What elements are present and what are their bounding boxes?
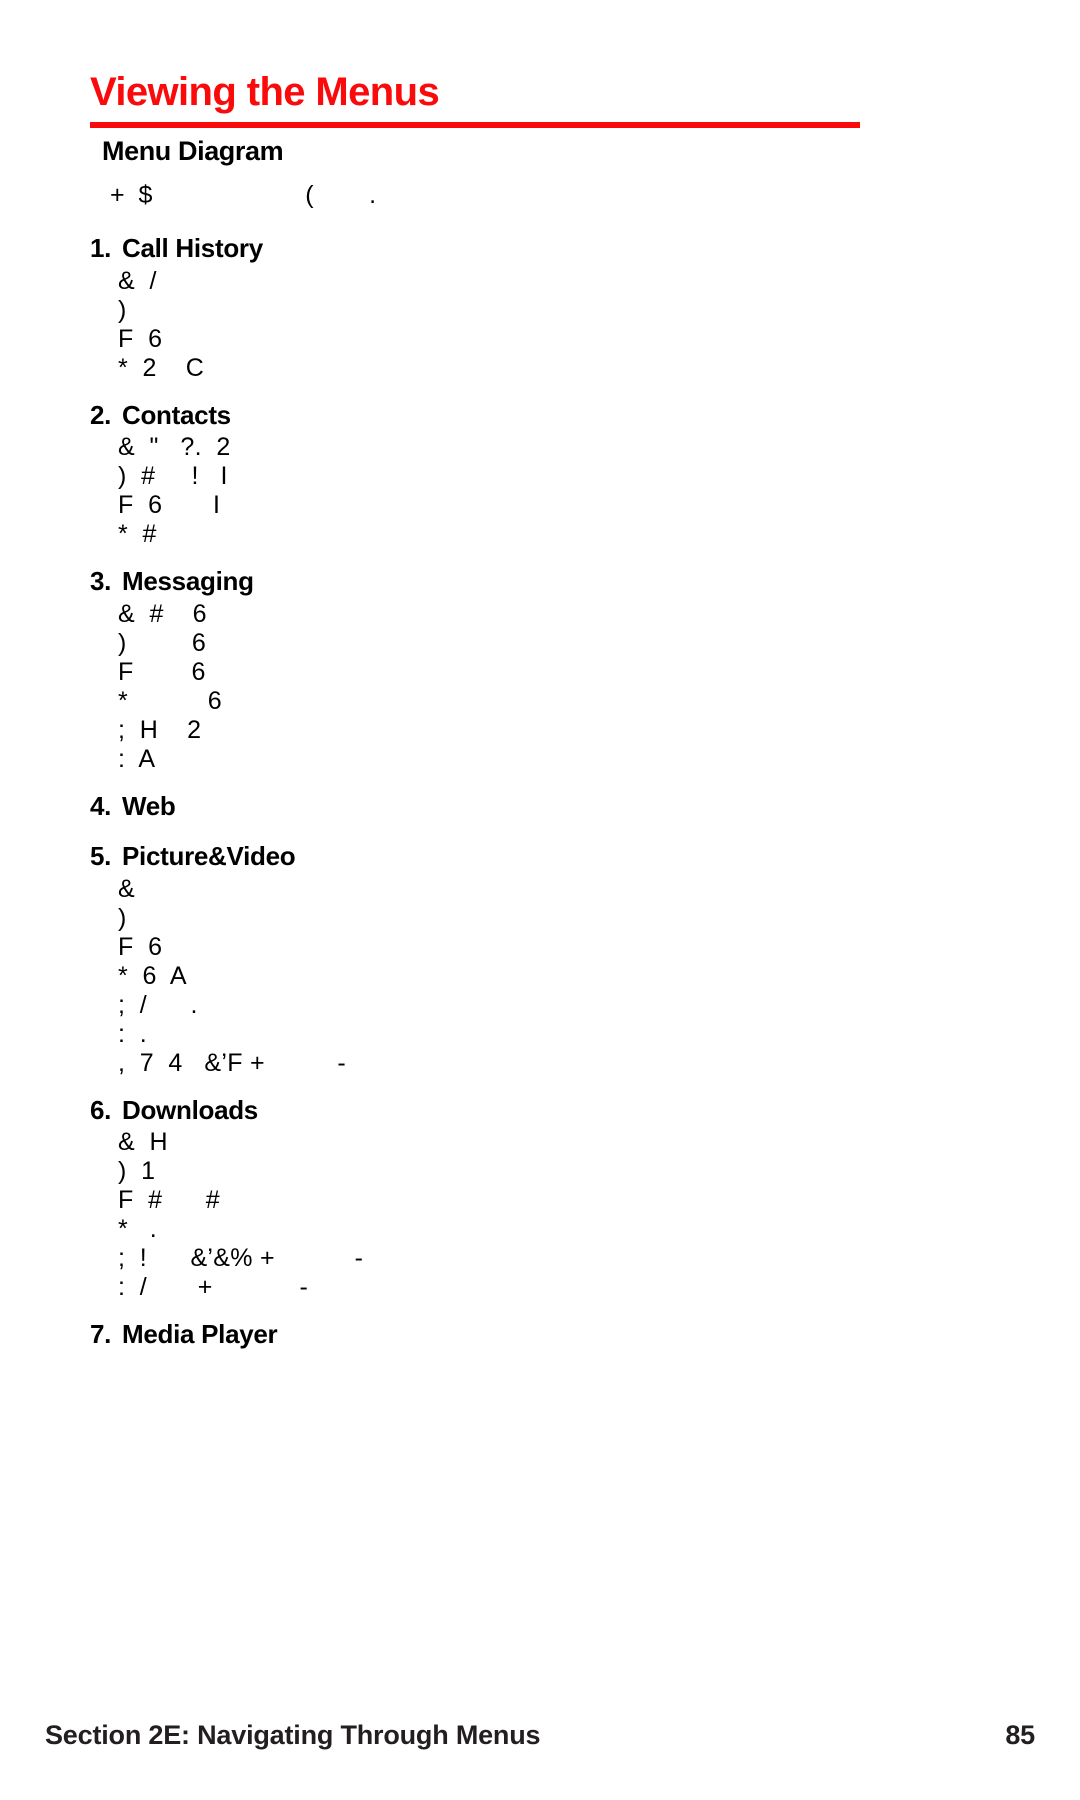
menu-entry: 7. Media Player xyxy=(90,1318,990,1351)
page-footer: Section 2E: Navigating Through Menus 85 xyxy=(45,1720,1035,1751)
menu-entry-label: Contacts xyxy=(122,399,231,430)
menu-sub-item: F 6 xyxy=(118,657,206,686)
menu-entry-heading: 6. Downloads xyxy=(90,1094,990,1127)
menu-sub-item-list: & " ?. 2 ) # ! I F 6 I * # xyxy=(90,433,990,549)
menu-entry-heading: 5. Picture&Video xyxy=(90,840,990,873)
menu-entry-number: 2. xyxy=(90,399,112,430)
document-page: Viewing the Menus Menu Diagram + $ ( . 1… xyxy=(0,0,1080,1800)
menu-sub-item: & / xyxy=(118,266,157,295)
page-title: Viewing the Menus xyxy=(90,70,440,114)
menu-entry-number: 6. xyxy=(90,1094,112,1125)
menu-entry-label: Messaging xyxy=(122,566,254,597)
menu-sub-item: F 6 xyxy=(118,324,163,353)
menu-sub-item-list: & # 6 ) 6 F 6 * 6 ; H 2 : A xyxy=(90,600,990,774)
intro-text: + $ ( . xyxy=(110,181,377,210)
menu-sub-item: & # 6 xyxy=(118,599,207,628)
menu-entry-number: 1. xyxy=(90,233,112,264)
menu-entry-heading: 2. Contacts xyxy=(90,399,990,432)
menu-sub-item: * . xyxy=(118,1215,158,1244)
menu-sub-item: F 6 I xyxy=(118,491,221,520)
menu-entry-label: Media Player xyxy=(122,1319,278,1350)
menu-sub-item: & " ?. 2 xyxy=(118,433,231,462)
menu-entry: 4. Web xyxy=(90,790,990,823)
menu-sub-item: & xyxy=(118,874,135,903)
title-underline-rule xyxy=(90,122,860,128)
menu-sub-item: ; H 2 xyxy=(118,715,202,744)
menu-sub-item: * # xyxy=(118,520,157,549)
menu-entry-heading: 4. Web xyxy=(90,790,990,823)
menu-sub-item: ) xyxy=(118,295,127,324)
menu-sub-item: ) 1 xyxy=(118,1157,156,1186)
menu-sub-item: ; ! &’&% + - xyxy=(118,1244,364,1273)
menu-entry: 2. Contacts & " ?. 2 ) # ! I F 6 I * # xyxy=(90,399,990,550)
menu-sub-item: : . xyxy=(118,1019,147,1048)
menu-sub-item-list: & H ) 1 F # # * . ; ! &’&% + - : / + - xyxy=(90,1128,990,1302)
menu-entry-number: 5. xyxy=(90,841,112,872)
menu-entry-number: 7. xyxy=(90,1319,112,1350)
menu-entry-number: 3. xyxy=(90,566,112,597)
menu-sub-item-list: & / ) F 6 * 2 C xyxy=(90,267,990,383)
menu-entry-label: Web xyxy=(122,790,176,821)
menu-sub-item: : / + - xyxy=(118,1273,309,1302)
menu-entry-label: Picture&Video xyxy=(122,841,296,872)
menu-sub-item-list: & ) F 6 * 6 A ; / . : . , 7 4 &’F + - xyxy=(90,875,990,1078)
menu-entry-number: 4. xyxy=(90,790,112,821)
menu-entry: 6. Downloads & H ) 1 F # # * . ; ! &’&% … xyxy=(90,1094,990,1303)
menu-entry-list: 1. Call History & / ) F 6 * 2 C 2. Conta… xyxy=(90,232,990,1351)
menu-entry: 5. Picture&Video & ) F 6 * 6 A ; / . : .… xyxy=(90,840,990,1078)
menu-entry: 1. Call History & / ) F 6 * 2 C xyxy=(90,232,990,383)
footer-page-number: 85 xyxy=(1005,1720,1035,1750)
footer-section-label: Section 2E: Navigating Through Menus xyxy=(45,1720,541,1750)
menu-sub-item: F 6 xyxy=(118,932,163,961)
menu-entry-heading: 7. Media Player xyxy=(90,1318,990,1351)
menu-entry-heading: 3. Messaging xyxy=(90,565,990,598)
menu-sub-item: * 6 xyxy=(118,686,222,715)
menu-sub-item: ; / . xyxy=(118,990,198,1019)
menu-entry-label: Downloads xyxy=(122,1094,258,1125)
section-heading-menu-diagram: Menu Diagram xyxy=(102,136,284,166)
menu-sub-item: & H xyxy=(118,1128,168,1157)
menu-sub-item: , 7 4 &’F + - xyxy=(118,1048,347,1077)
menu-sub-item: ) xyxy=(118,903,127,932)
menu-sub-item: * 2 C xyxy=(118,353,205,382)
page-content: Menu Diagram + $ ( . 1. Call History & /… xyxy=(90,135,990,1369)
menu-sub-item: * 6 A xyxy=(118,961,187,990)
menu-sub-item: ) 6 xyxy=(118,628,207,657)
menu-sub-item: F # # xyxy=(118,1186,220,1215)
menu-sub-item: : A xyxy=(118,744,156,773)
menu-entry-label: Call History xyxy=(122,233,263,264)
menu-sub-item: ) # ! I xyxy=(118,462,228,491)
menu-entry: 3. Messaging & # 6 ) 6 F 6 * 6 ; H 2 : A xyxy=(90,565,990,774)
menu-entry-heading: 1. Call History xyxy=(90,232,990,265)
